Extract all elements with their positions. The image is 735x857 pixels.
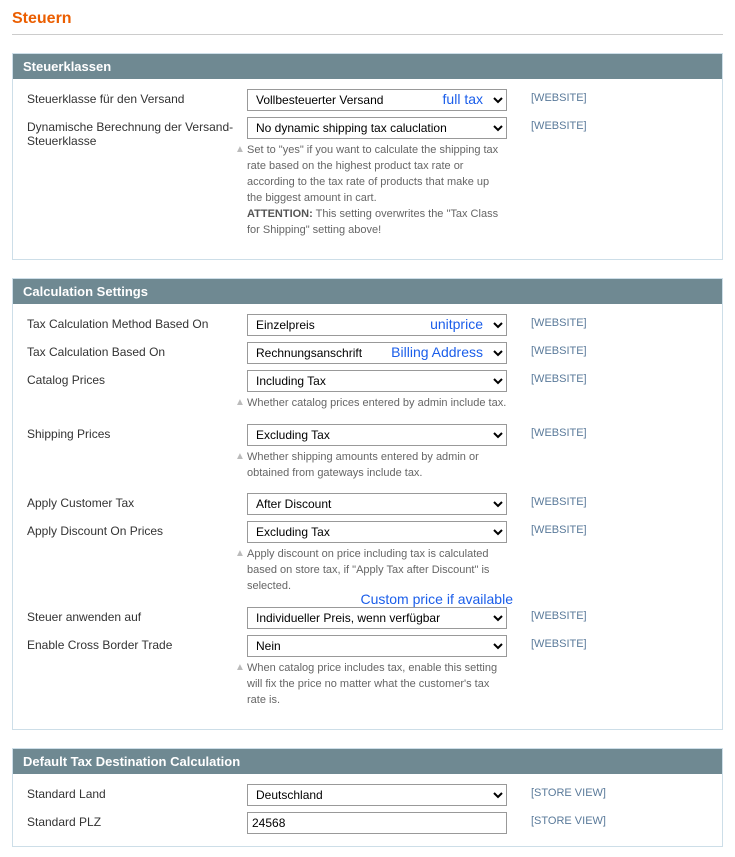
select-cross-border[interactable]: Nein — [247, 635, 507, 657]
select-apply-customer-tax[interactable]: After Discount — [247, 493, 507, 515]
select-calc-based-on[interactable]: Rechnungsanschrift — [247, 342, 507, 364]
row-shipping-prices: Shipping Prices Excluding Tax ▲ Whether … — [27, 424, 708, 490]
scope-label: [STORE VIEW] — [507, 784, 637, 799]
help-dynamic-shipping: ▲ Set to "yes" if you want to calculate … — [247, 139, 507, 247]
help-cross-border: ▲ When catalog price includes tax, enabl… — [247, 657, 507, 717]
divider — [12, 34, 723, 35]
label-shipping-tax-class: Steuerklasse für den Versand — [27, 89, 247, 106]
triangle-icon: ▲ — [235, 661, 245, 676]
scope-label: [WEBSITE] — [507, 370, 637, 385]
help-text: Apply discount on price including tax is… — [247, 548, 489, 592]
label-cross-border: Enable Cross Border Trade — [27, 635, 247, 652]
row-calc-based-on: Tax Calculation Based On Rechnungsanschr… — [27, 342, 708, 364]
section-header-default-dest[interactable]: Default Tax Destination Calculation — [13, 749, 722, 774]
label-apply-discount: Apply Discount On Prices — [27, 521, 247, 538]
select-default-country[interactable]: Deutschland — [247, 784, 507, 806]
label-default-plz: Standard PLZ — [27, 812, 247, 829]
select-shipping-tax-class[interactable]: Vollbesteuerter Versand — [247, 89, 507, 111]
row-apply-discount: Apply Discount On Prices Excluding Tax ▲… — [27, 521, 708, 603]
triangle-icon: ▲ — [235, 396, 245, 411]
scope-label: [WEBSITE] — [507, 117, 637, 132]
scope-label: [WEBSITE] — [507, 493, 637, 508]
row-default-country: Standard Land Deutschland [STORE VIEW] — [27, 784, 708, 806]
section-tax-classes: Steuerklassen Steuerklasse für den Versa… — [12, 53, 723, 260]
row-apply-tax-on: Steuer anwenden auf Custom price if avai… — [27, 607, 708, 629]
input-default-plz[interactable] — [247, 812, 507, 834]
section-default-destination: Default Tax Destination Calculation Stan… — [12, 748, 723, 847]
help-text: Whether catalog prices entered by admin … — [247, 397, 506, 409]
select-shipping-prices[interactable]: Excluding Tax — [247, 424, 507, 446]
scope-label: [WEBSITE] — [507, 607, 637, 622]
label-catalog-prices: Catalog Prices — [27, 370, 247, 387]
section-header-calculation[interactable]: Calculation Settings — [13, 279, 722, 304]
label-default-country: Standard Land — [27, 784, 247, 801]
help-attention-label: ATTENTION: — [247, 208, 313, 220]
help-text: When catalog price includes tax, enable … — [247, 662, 497, 706]
section-body: Tax Calculation Method Based On Einzelpr… — [13, 304, 722, 729]
row-cross-border: Enable Cross Border Trade Nein ▲ When ca… — [27, 635, 708, 717]
row-default-plz: Standard PLZ [STORE VIEW] — [27, 812, 708, 834]
help-catalog-prices: ▲ Whether catalog prices entered by admi… — [247, 392, 507, 420]
triangle-icon: ▲ — [235, 450, 245, 465]
scope-label: [WEBSITE] — [507, 89, 637, 104]
page-title: Steuern — [12, 10, 723, 28]
scope-label: [STORE VIEW] — [507, 812, 637, 827]
scope-label: [WEBSITE] — [507, 342, 637, 357]
help-shipping-prices: ▲ Whether shipping amounts entered by ad… — [247, 446, 507, 490]
help-text: Whether shipping amounts entered by admi… — [247, 451, 479, 479]
select-apply-tax-on[interactable]: Individueller Preis, wenn verfügbar — [247, 607, 507, 629]
triangle-icon: ▲ — [235, 143, 245, 158]
label-apply-customer-tax: Apply Customer Tax — [27, 493, 247, 510]
label-dynamic-shipping: Dynamische Berechnung der Versand-Steuer… — [27, 117, 247, 148]
row-apply-customer-tax: Apply Customer Tax After Discount [WEBSI… — [27, 493, 708, 515]
section-body: Steuerklasse für den Versand Vollbesteue… — [13, 79, 722, 259]
scope-label: [WEBSITE] — [507, 314, 637, 329]
select-apply-discount[interactable]: Excluding Tax — [247, 521, 507, 543]
row-shipping-tax-class: Steuerklasse für den Versand Vollbesteue… — [27, 89, 708, 111]
scope-label: [WEBSITE] — [507, 635, 637, 650]
select-dynamic-shipping[interactable]: No dynamic shipping tax caluclation — [247, 117, 507, 139]
help-apply-discount: ▲ Apply discount on price including tax … — [247, 543, 507, 603]
section-calculation-settings: Calculation Settings Tax Calculation Met… — [12, 278, 723, 730]
row-catalog-prices: Catalog Prices Including Tax ▲ Whether c… — [27, 370, 708, 420]
label-calc-based-on: Tax Calculation Based On — [27, 342, 247, 359]
section-header-tax-classes[interactable]: Steuerklassen — [13, 54, 722, 79]
select-calc-method[interactable]: Einzelpreis — [247, 314, 507, 336]
label-shipping-prices: Shipping Prices — [27, 424, 247, 441]
section-body: Standard Land Deutschland [STORE VIEW] S… — [13, 774, 722, 846]
select-catalog-prices[interactable]: Including Tax — [247, 370, 507, 392]
row-calc-method: Tax Calculation Method Based On Einzelpr… — [27, 314, 708, 336]
triangle-icon: ▲ — [235, 547, 245, 562]
help-text: Set to "yes" if you want to calculate th… — [247, 144, 498, 204]
row-dynamic-shipping: Dynamische Berechnung der Versand-Steuer… — [27, 117, 708, 247]
label-calc-method: Tax Calculation Method Based On — [27, 314, 247, 331]
scope-label: [WEBSITE] — [507, 424, 637, 439]
scope-label: [WEBSITE] — [507, 521, 637, 536]
label-apply-tax-on: Steuer anwenden auf — [27, 607, 247, 624]
